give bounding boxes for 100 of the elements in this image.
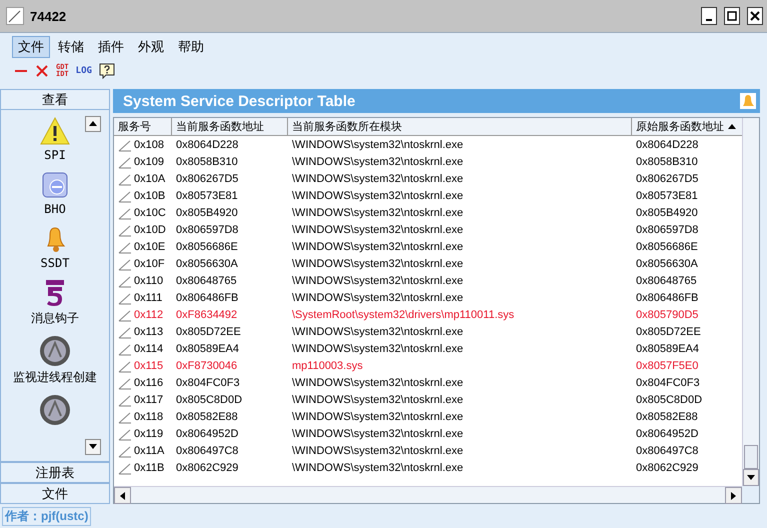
table-cell: 0x11A (114, 444, 172, 458)
table-cell-text: \WINDOWS\system32\ntoskrnl.exe (291, 190, 464, 202)
table-cell-text: 0x806486FB (175, 292, 240, 304)
table-cell-text: 0x8064D228 (175, 138, 240, 150)
table-cell-text: \WINDOWS\system32\ntoskrnl.exe (291, 394, 464, 406)
table-cell: 0x110 (114, 274, 172, 288)
log-button[interactable]: LOG (76, 68, 92, 74)
table-cell: 0x114 (114, 342, 172, 356)
table-cell-text: mp110003.sys (291, 360, 364, 372)
table-cell-text: 0x8058B310 (635, 156, 699, 168)
table-cell-text: 0x8062C929 (175, 462, 240, 474)
table-cell-text: 0x806267D5 (175, 172, 240, 184)
table-cell-text: \WINDOWS\system32\ntoskrnl.exe (291, 240, 464, 252)
table-cell-text: \WINDOWS\system32\ntoskrnl.exe (291, 342, 464, 354)
table-cell: 0x119 (114, 426, 172, 440)
table-cell-text: \WINDOWS\system32\ntoskrnl.exe (291, 224, 464, 236)
table-cell-text: \WINDOWS\system32\ntoskrnl.exe (291, 410, 464, 422)
panel-title: System Service Descriptor Table (123, 92, 356, 110)
menu-item[interactable]: 外观 (132, 36, 170, 58)
table-cell-text: \WINDOWS\system32\ntoskrnl.exe (291, 462, 464, 474)
table-cell-text: 0x806497C8 (635, 444, 700, 456)
table-cell: 0x111 (114, 290, 172, 304)
table-cell-text: 0x8064952D (175, 428, 240, 440)
table-cell: 0x10F (114, 256, 172, 270)
table-cell-text: 0x80648765 (175, 274, 238, 286)
menu-item[interactable]: 转储 (52, 36, 90, 58)
table-cell-text: 0x8062C929 (635, 462, 700, 474)
table-cell: 0x109 (114, 154, 172, 168)
table-cell-text: \WINDOWS\system32\ntoskrnl.exe (291, 206, 464, 218)
table-cell: 0x112 (114, 308, 172, 322)
table-cell-text: 0x80573E81 (635, 190, 699, 202)
table-cell-text: 0x804FC0F3 (635, 376, 701, 388)
table-cell-text: 0x805C8D0D (175, 394, 244, 406)
table-cell-text: \WINDOWS\system32\ntoskrnl.exe (291, 376, 464, 388)
table-cell-text: \WINDOWS\system32\ntoskrnl.exe (291, 428, 464, 440)
table-cell: 0x115 (114, 358, 172, 372)
table-cell-text: \WINDOWS\system32\ntoskrnl.exe (291, 326, 464, 338)
table-cell-text: \WINDOWS\system32\ntoskrnl.exe (291, 444, 464, 456)
table-cell: 0x117 (114, 392, 172, 406)
table-cell-text: 0xF8634492 (175, 308, 238, 320)
table-cell-text: 0x80589EA4 (635, 342, 700, 354)
table-cell-text: 0x805B4920 (175, 206, 239, 218)
table-cell-text: 0xF8730046 (175, 360, 238, 372)
window-title: 74422 (30, 8, 68, 24)
sidebar-item[interactable]: SPI (44, 148, 66, 162)
table-cell-text: 0x8058B310 (175, 156, 239, 168)
table-cell: 0x113 (114, 324, 172, 338)
sidebar-section[interactable]: 文件 (0, 483, 110, 504)
table-cell-text: 0x8064D228 (635, 138, 700, 150)
table-cell-text: 0x805D72EE (175, 326, 242, 338)
table-cell-text: \WINDOWS\system32\ntoskrnl.exe (291, 156, 464, 168)
table-cell-text: 0x806597D8 (635, 224, 700, 236)
table-cell: 0x10B (114, 188, 172, 202)
table-cell-text: 0x8056686E (175, 240, 239, 252)
sidebar-item[interactable]: 消息钩子 (31, 310, 79, 327)
sidebar-item[interactable]: BHO (44, 202, 66, 216)
table-cell-text: 0x806597D8 (175, 224, 240, 236)
sidebar-item[interactable]: SSDT (40, 256, 70, 270)
table-cell-text: \WINDOWS\system32\ntoskrnl.exe (291, 138, 464, 150)
author-label: 作者：pjf(ustc) (2, 507, 92, 526)
table-cell-text: 0x8056630A (175, 258, 239, 270)
table-cell-text: \WINDOWS\system32\ntoskrnl.exe (291, 292, 464, 304)
sidebar-item[interactable]: 监视进线程创建 (13, 369, 97, 386)
menu-item[interactable]: 插件 (92, 36, 130, 58)
column-header[interactable]: 当前服务函数地址 (172, 118, 288, 135)
table-cell-text: 0x80573E81 (175, 190, 239, 202)
table-cell-text: 0x80582E88 (175, 410, 239, 422)
table-cell-text: 0x806497C8 (175, 444, 240, 456)
menu-item[interactable]: 帮助 (172, 36, 210, 58)
table-cell: 0x10D (114, 222, 172, 236)
table-cell-text: 0x805D72EE (635, 326, 702, 338)
table-cell-text: 0x80589EA4 (175, 342, 240, 354)
table-cell: 0x10C (114, 206, 172, 220)
table-cell-text: 0x8056630A (635, 258, 699, 270)
table-cell-text: 0x8056686E (635, 240, 699, 252)
menu-item[interactable]: 文件 (12, 36, 50, 58)
column-header[interactable]: 当前服务函数所在模块 (288, 118, 632, 135)
table-cell-text: 0x805790D5 (635, 308, 700, 320)
table-cell-text: 0x806267D5 (635, 172, 700, 184)
table-cell-text: 0x80648765 (635, 274, 698, 286)
table-cell: 0x108 (114, 138, 172, 152)
table-cell-text: 0x8064952D (635, 428, 700, 440)
column-header[interactable]: 服务号 (114, 118, 172, 135)
table-cell: 0x10A (114, 172, 172, 186)
sidebar-header[interactable]: 查看 (0, 89, 110, 110)
table-cell-text: \SystemRoot\system32\drivers\mp110011.sys (291, 308, 516, 320)
table-cell-text: 0x804FC0F3 (175, 376, 241, 388)
table-cell-text: 0x806486FB (635, 292, 700, 304)
table-cell: 0x10E (114, 240, 172, 254)
table-cell-text: \WINDOWS\system32\ntoskrnl.exe (291, 258, 464, 270)
table-cell-text: \WINDOWS\system32\ntoskrnl.exe (291, 274, 464, 286)
table-cell: 0x118 (114, 410, 172, 424)
table-cell: 0x116 (114, 376, 172, 390)
table-cell: 0x11B (114, 460, 172, 474)
table-cell-text: 0x8057F5E0 (635, 360, 700, 372)
sidebar-section[interactable]: 注册表 (0, 462, 110, 483)
table-cell-text: \WINDOWS\system32\ntoskrnl.exe (291, 172, 464, 184)
table-cell-text: 0x805C8D0D (635, 394, 704, 406)
table-cell-text: 0x805B4920 (635, 206, 699, 218)
table-cell-text: 0x80582E88 (635, 410, 699, 422)
